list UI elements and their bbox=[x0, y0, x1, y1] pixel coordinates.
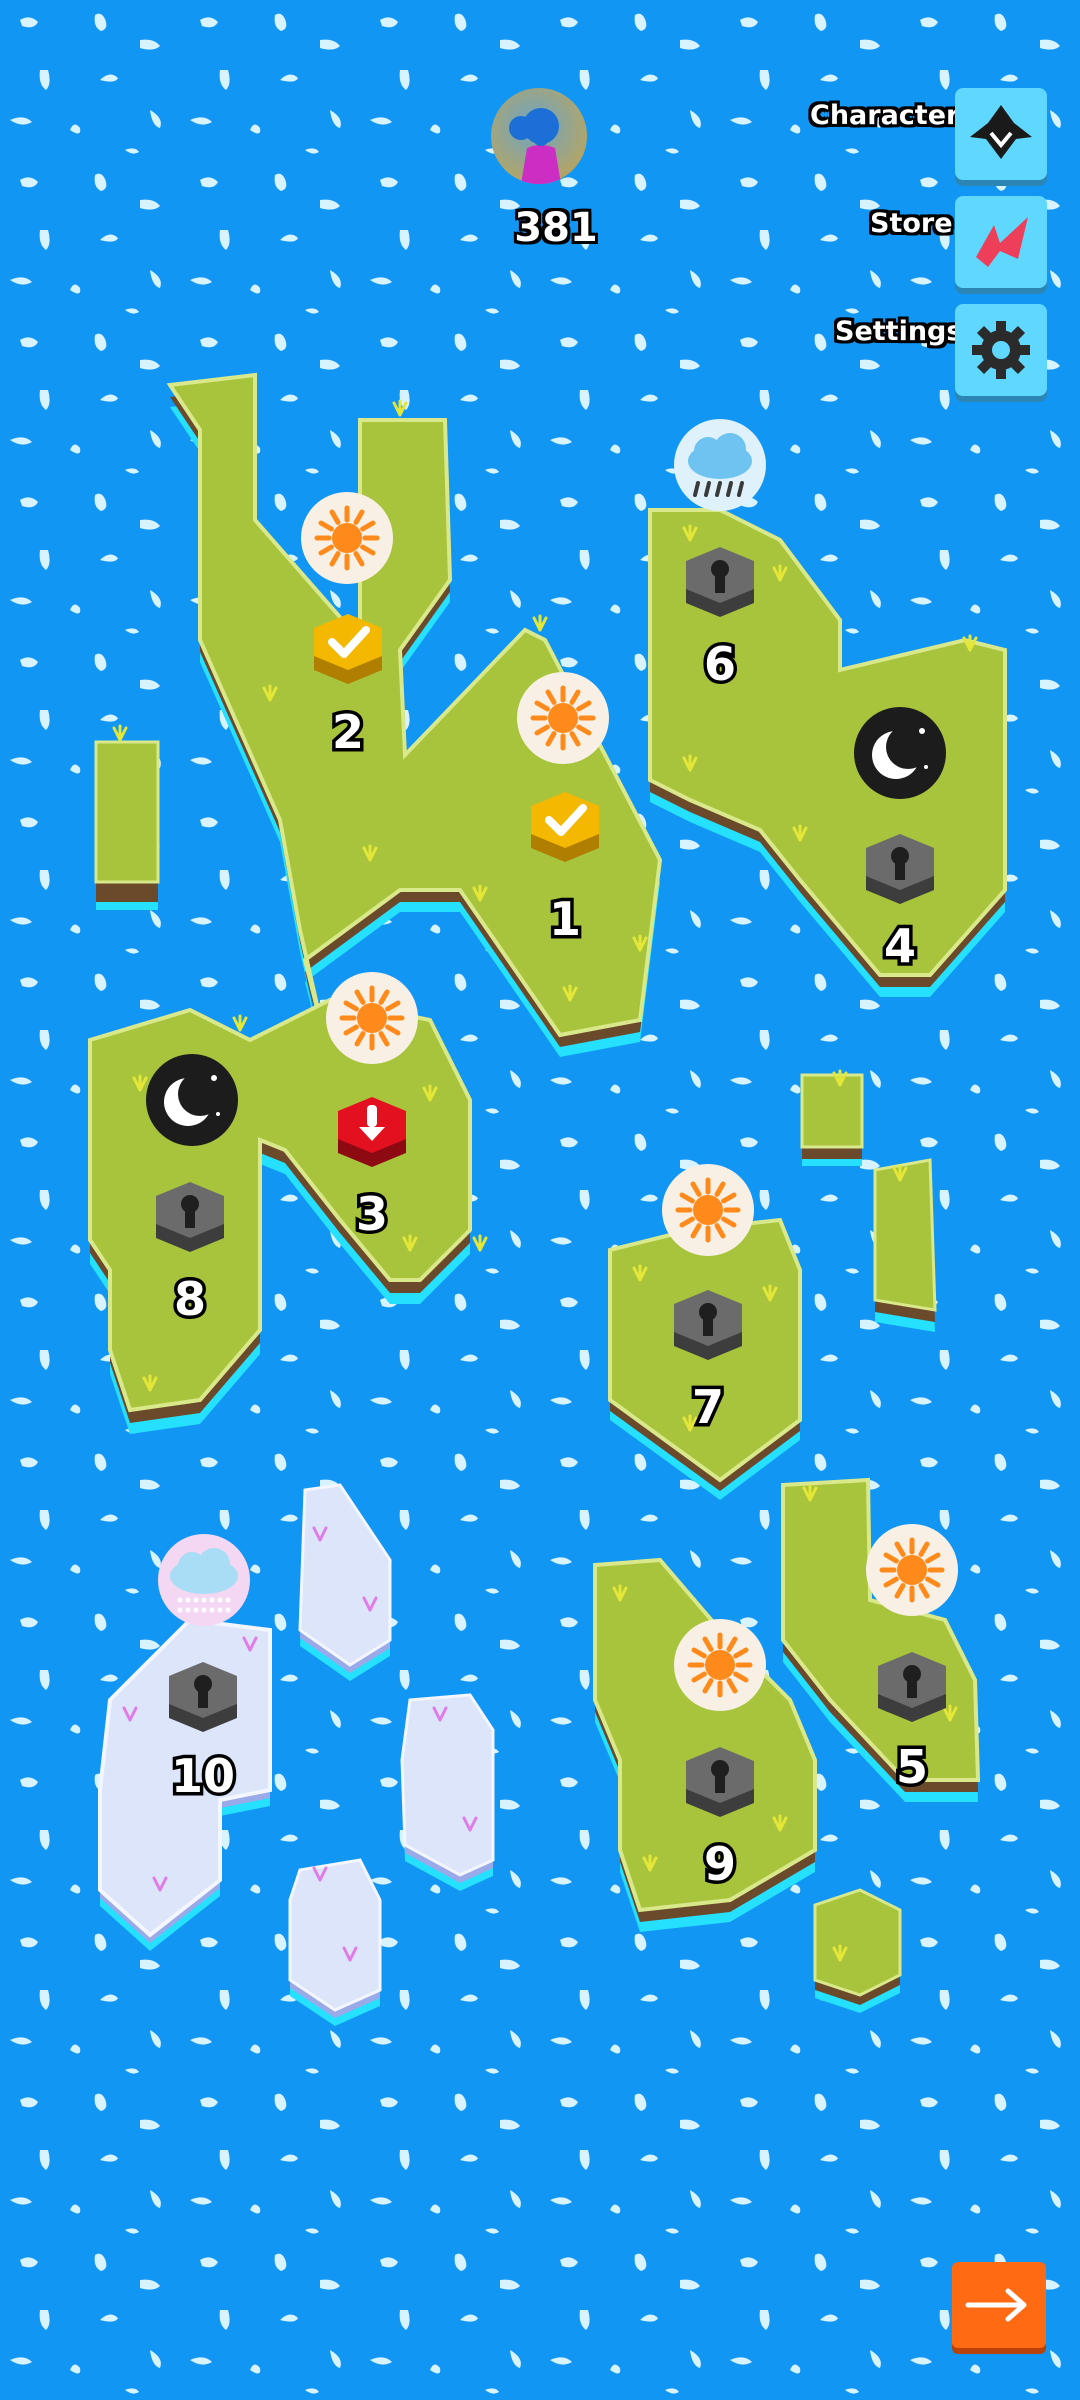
exclamation-icon bbox=[338, 1097, 406, 1167]
islet-west bbox=[94, 740, 160, 910]
lock-icon bbox=[686, 1747, 754, 1817]
sun-icon bbox=[517, 672, 609, 764]
character-icon bbox=[970, 105, 1032, 159]
lock-icon bbox=[169, 1662, 237, 1732]
level-map: 1 2 3 4 5 6 7 8 9 10 bbox=[0, 0, 1080, 2400]
level-number: 4 bbox=[884, 919, 916, 973]
lock-icon bbox=[866, 834, 934, 904]
character-label: Character bbox=[810, 100, 960, 131]
islet-south-east bbox=[813, 1888, 902, 2013]
lock-icon bbox=[878, 1652, 946, 1722]
level-number: 8 bbox=[174, 1272, 206, 1326]
store-label: Store bbox=[870, 208, 953, 239]
level-number: 1 bbox=[549, 892, 581, 946]
level-number: 10 bbox=[171, 1749, 235, 1803]
rain-cloud-icon bbox=[674, 419, 766, 511]
moon-icon bbox=[854, 707, 946, 799]
islet-east-1 bbox=[800, 1073, 864, 1166]
sun-icon bbox=[301, 492, 393, 584]
store-button[interactable] bbox=[955, 196, 1047, 288]
sun-icon bbox=[326, 972, 418, 1064]
moon-icon bbox=[146, 1054, 238, 1146]
player-character-icon bbox=[509, 108, 561, 184]
settings-label: Settings bbox=[835, 316, 963, 347]
settings-button[interactable] bbox=[955, 304, 1047, 396]
player-avatar[interactable] bbox=[491, 88, 587, 184]
store-icon bbox=[976, 217, 1028, 267]
islet-east-2 bbox=[873, 1158, 937, 1332]
checkmark-icon bbox=[531, 792, 599, 862]
sun-icon bbox=[866, 1524, 958, 1616]
checkmark-icon bbox=[314, 614, 382, 684]
ice-islet-2 bbox=[400, 1693, 495, 1891]
snow-cloud-icon bbox=[158, 1534, 250, 1626]
lock-icon bbox=[686, 547, 754, 617]
ice-islet-3 bbox=[288, 1858, 382, 2026]
level-number: 6 bbox=[704, 637, 736, 691]
sun-icon bbox=[662, 1164, 754, 1256]
level-number: 3 bbox=[356, 1187, 388, 1241]
coin-count: 381 bbox=[514, 205, 598, 251]
lock-icon bbox=[674, 1290, 742, 1360]
sun-icon bbox=[674, 1619, 766, 1711]
next-button[interactable] bbox=[952, 2262, 1046, 2348]
level-number: 5 bbox=[896, 1740, 928, 1794]
lock-icon bbox=[156, 1182, 224, 1252]
level-number: 9 bbox=[704, 1837, 736, 1891]
gear-icon bbox=[972, 321, 1030, 379]
level-number: 2 bbox=[332, 705, 364, 759]
level-number: 7 bbox=[692, 1380, 724, 1434]
character-button[interactable] bbox=[955, 88, 1047, 180]
arrow-right-icon bbox=[965, 2288, 1027, 2322]
